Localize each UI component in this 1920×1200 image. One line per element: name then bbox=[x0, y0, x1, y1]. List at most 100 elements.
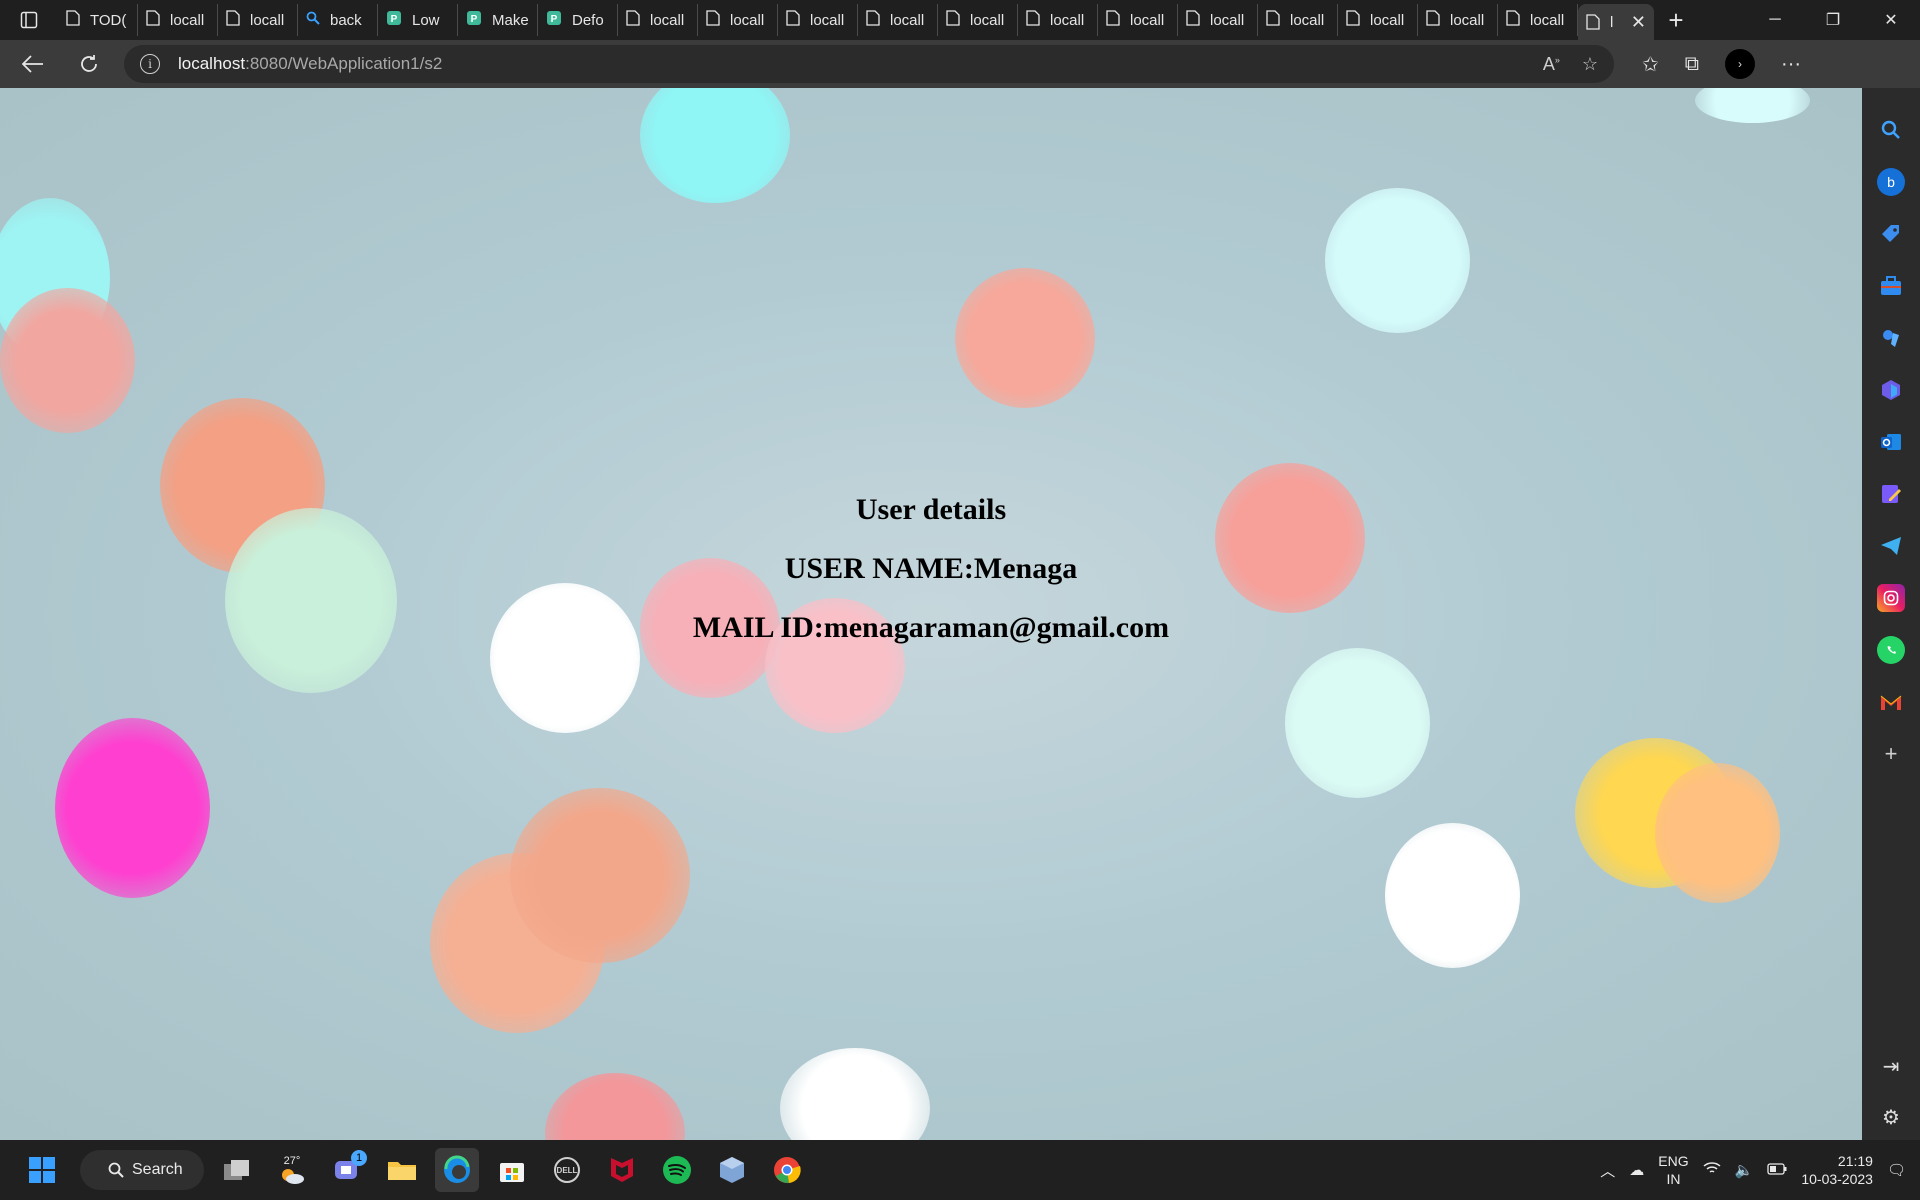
favorites-icon[interactable]: ✩ bbox=[1642, 52, 1659, 77]
taskbar-search[interactable]: Search bbox=[80, 1150, 204, 1190]
close-tab-icon[interactable]: ✕ bbox=[1631, 12, 1646, 33]
drop-note-icon[interactable] bbox=[1877, 480, 1905, 508]
microsoft365-icon[interactable] bbox=[1877, 376, 1905, 404]
dell-icon[interactable]: DELL bbox=[545, 1148, 589, 1192]
tab-7[interactable]: locall bbox=[618, 4, 698, 36]
tab-6[interactable]: P Defo bbox=[538, 4, 618, 36]
tab-actions-button[interactable] bbox=[0, 0, 58, 40]
page-icon bbox=[1186, 10, 1200, 30]
bokeh-light bbox=[55, 718, 210, 898]
chat-badge: 1 bbox=[351, 1150, 367, 1166]
tab-2[interactable]: locall bbox=[218, 4, 298, 36]
battery-icon[interactable] bbox=[1767, 1162, 1787, 1179]
bokeh-light bbox=[1325, 188, 1470, 333]
bokeh-light bbox=[1385, 823, 1520, 968]
tab-11[interactable]: locall bbox=[938, 4, 1018, 36]
shopping-tag-icon[interactable] bbox=[1877, 220, 1905, 248]
sidebar-settings-icon[interactable]: ⚙ bbox=[1882, 1105, 1900, 1130]
more-menu-icon[interactable]: ··· bbox=[1781, 53, 1801, 76]
back-arrow-icon bbox=[22, 55, 43, 73]
weather-temp: 27° bbox=[283, 1155, 301, 1167]
collections-icon[interactable]: ⧉ bbox=[1685, 53, 1699, 76]
tab-4[interactable]: P Low bbox=[378, 4, 458, 36]
wifi-icon[interactable] bbox=[1703, 1161, 1721, 1179]
system-tray: ︿ ☁ ENG IN 🔈 21:19 10-03-2023 🗨 bbox=[1600, 1152, 1920, 1188]
tab-label: locall bbox=[1530, 11, 1565, 29]
tab-18[interactable]: locall bbox=[1498, 4, 1578, 36]
site-info-icon[interactable]: i bbox=[140, 54, 160, 74]
minimize-button[interactable]: ─ bbox=[1746, 0, 1804, 40]
tab-13[interactable]: locall bbox=[1098, 4, 1178, 36]
show-hidden-icons-chevron-icon[interactable]: ︿ bbox=[1600, 1160, 1615, 1181]
page-icon bbox=[1266, 10, 1280, 30]
bokeh-light bbox=[955, 268, 1095, 408]
window-controls: ─ ❐ ✕ bbox=[1746, 0, 1920, 40]
read-aloud-icon[interactable]: A» bbox=[1543, 54, 1560, 75]
page-heading: User details bbox=[855, 493, 1007, 526]
telegram-icon[interactable] bbox=[1877, 532, 1905, 560]
bokeh-light bbox=[225, 508, 397, 693]
volume-icon[interactable]: 🔈 bbox=[1735, 1161, 1754, 1179]
tab-label: l bbox=[1610, 13, 1614, 31]
tools-briefcase-icon[interactable] bbox=[1877, 272, 1905, 300]
search-icon[interactable] bbox=[1877, 116, 1905, 144]
microsoft-store-icon[interactable] bbox=[490, 1148, 534, 1192]
tab-strip: TOD(locall locall back P Low P Make P Defo locall… bbox=[0, 0, 1920, 40]
address-bar[interactable]: i localhost:8080/WebApplication1/s2 A» ☆ bbox=[124, 45, 1614, 83]
tab-0[interactable]: TOD( bbox=[58, 4, 138, 36]
mail-id-text: MAIL ID:menagaraman@gmail.com bbox=[692, 611, 1170, 644]
chrome-icon[interactable] bbox=[765, 1148, 809, 1192]
tab-14[interactable]: locall bbox=[1178, 4, 1258, 36]
page-icon bbox=[946, 10, 960, 30]
start-button[interactable] bbox=[20, 1148, 64, 1192]
tab-17[interactable]: locall bbox=[1418, 4, 1498, 36]
spotify-icon[interactable] bbox=[655, 1148, 699, 1192]
tab-8[interactable]: locall bbox=[698, 4, 778, 36]
tab-label: TOD( bbox=[90, 11, 127, 29]
notifications-icon[interactable]: 🗨 bbox=[1887, 1161, 1906, 1179]
svg-text:DELL: DELL bbox=[557, 1166, 578, 1175]
page-icon bbox=[1026, 10, 1040, 30]
clock[interactable]: 21:19 10-03-2023 bbox=[1801, 1152, 1873, 1188]
tab-label: locall bbox=[730, 11, 765, 29]
outlook-icon[interactable] bbox=[1877, 428, 1905, 456]
tab-12[interactable]: locall bbox=[1018, 4, 1098, 36]
mcafee-icon[interactable] bbox=[600, 1148, 644, 1192]
svg-text:P: P bbox=[471, 14, 478, 25]
tab-10[interactable]: locall bbox=[858, 4, 938, 36]
teams-chat-icon[interactable]: 1 bbox=[325, 1148, 369, 1192]
new-tab-button[interactable]: + bbox=[1654, 0, 1698, 40]
bing-chat-icon[interactable]: b bbox=[1877, 168, 1905, 196]
bokeh-light bbox=[1285, 648, 1430, 798]
edge-browser-icon[interactable] bbox=[435, 1148, 479, 1192]
tab-3[interactable]: back bbox=[298, 4, 378, 36]
instagram-icon[interactable] bbox=[1877, 584, 1905, 612]
onedrive-icon[interactable]: ☁ bbox=[1629, 1161, 1644, 1179]
whatsapp-icon[interactable] bbox=[1877, 636, 1905, 664]
add-favorite-icon[interactable]: ☆ bbox=[1582, 54, 1598, 75]
tab-5[interactable]: P Make bbox=[458, 4, 538, 36]
hide-sidebar-icon[interactable]: ⇥ bbox=[1883, 1054, 1900, 1079]
tab-16[interactable]: locall bbox=[1338, 4, 1418, 36]
back-button[interactable] bbox=[10, 44, 56, 84]
virtualbox-cube-icon[interactable] bbox=[710, 1148, 754, 1192]
games-icon[interactable] bbox=[1877, 324, 1905, 352]
tab-active[interactable]: l ✕ bbox=[1578, 4, 1654, 40]
file-explorer-icon[interactable] bbox=[380, 1148, 424, 1192]
add-sidebar-app-icon[interactable]: + bbox=[1877, 740, 1905, 768]
windows-taskbar: Search 27° 1 DELL ︿ ☁ ENG IN 🔈 21:19 10-… bbox=[0, 1140, 1920, 1200]
profile-avatar[interactable]: › bbox=[1725, 49, 1756, 79]
tab-15[interactable]: locall bbox=[1258, 4, 1338, 36]
close-window-button[interactable]: ✕ bbox=[1862, 0, 1920, 40]
refresh-button[interactable] bbox=[66, 44, 112, 84]
weather-widget[interactable]: 27° bbox=[270, 1148, 314, 1192]
tab-1[interactable]: locall bbox=[138, 4, 218, 36]
clock-date: 10-03-2023 bbox=[1801, 1171, 1873, 1187]
input-language[interactable]: ENG IN bbox=[1658, 1152, 1688, 1188]
tab-label: Make bbox=[492, 11, 529, 29]
lang-line1: ENG bbox=[1658, 1153, 1689, 1169]
tab-9[interactable]: locall bbox=[778, 4, 858, 36]
gmail-icon[interactable] bbox=[1877, 688, 1905, 716]
task-view-icon[interactable] bbox=[215, 1148, 259, 1192]
restore-button[interactable]: ❐ bbox=[1804, 0, 1862, 40]
